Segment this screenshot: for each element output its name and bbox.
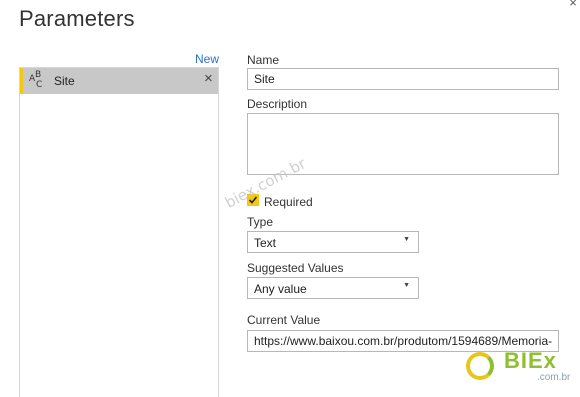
current-value-label: Current Value: [247, 313, 321, 327]
biex-logo: BIEx .com.br: [466, 348, 576, 390]
parameter-list: ABC Site ×: [19, 67, 219, 397]
name-field[interactable]: [247, 68, 559, 90]
suggested-values-value: Any value: [254, 282, 307, 296]
abc-text-type-icon: ABC: [29, 70, 43, 90]
type-select[interactable]: Text ▼: [247, 231, 419, 253]
parameter-item-label: Site: [54, 74, 75, 88]
remove-parameter-icon[interactable]: ×: [204, 70, 213, 87]
suggested-values-select[interactable]: Any value ▼: [247, 277, 419, 299]
chevron-down-icon: ▼: [403, 282, 410, 289]
type-select-value: Text: [254, 236, 277, 250]
required-label: Required: [264, 195, 313, 209]
logo-domain: .com.br: [537, 372, 571, 383]
parameter-list-item-site[interactable]: ABC Site ×: [20, 68, 218, 94]
chevron-down-icon: ▼: [403, 236, 410, 243]
type-label: Type: [247, 215, 274, 229]
logo-ring-icon: [466, 352, 494, 380]
suggested-values-label: Suggested Values: [247, 261, 344, 275]
logo-word: BIEx: [504, 348, 557, 373]
description-label: Description: [247, 97, 308, 111]
new-parameter-link[interactable]: New: [195, 52, 219, 66]
close-icon[interactable]: ×: [566, 0, 580, 10]
dialog-title: Parameters: [19, 6, 135, 31]
name-label: Name: [247, 53, 280, 67]
